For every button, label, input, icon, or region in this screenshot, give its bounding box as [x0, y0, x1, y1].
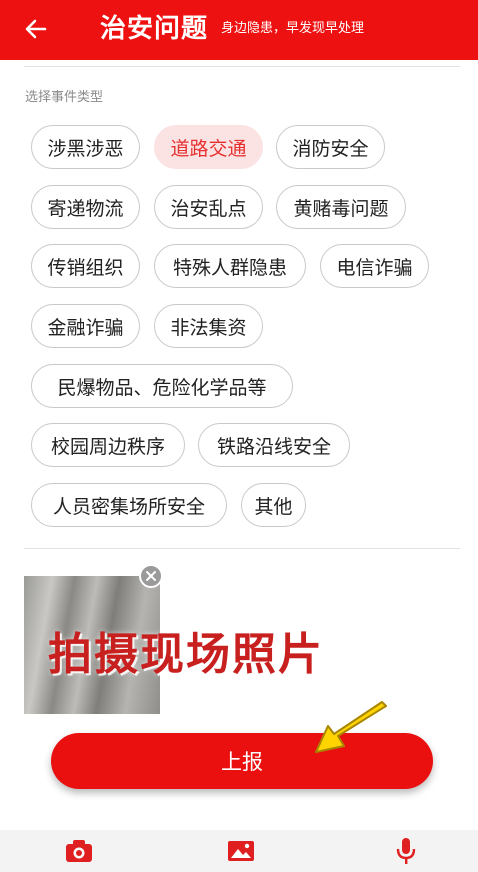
tag-7[interactable]: 特殊人群隐患 [154, 244, 306, 288]
tag-8[interactable]: 电信诈骗 [320, 244, 429, 288]
microphone-icon [396, 838, 416, 864]
pointer-arrow-icon [315, 701, 387, 753]
camera-button[interactable] [62, 836, 96, 866]
event-type-label: 选择事件类型 [25, 90, 104, 105]
tag-11[interactable]: 民爆物品、危险化学品等 [31, 364, 293, 408]
tag-12[interactable]: 校园周边秩序 [31, 423, 185, 467]
page-title: 治安问题 [100, 14, 209, 44]
back-button[interactable] [22, 15, 50, 43]
tag-2[interactable]: 消防安全 [276, 125, 385, 169]
back-arrow-icon [25, 19, 47, 39]
tag-3[interactable]: 寄递物流 [31, 185, 140, 229]
tag-10[interactable]: 非法集资 [154, 304, 263, 348]
tag-0[interactable]: 涉黑涉恶 [31, 125, 140, 169]
photo-annotation: 拍摄现场照片 [48, 629, 324, 680]
section-divider [24, 548, 460, 549]
tag-9[interactable]: 金融诈骗 [31, 304, 140, 348]
tag-14[interactable]: 人员密集场所安全 [31, 483, 227, 527]
remove-photo-button[interactable] [139, 564, 163, 588]
camera-icon [66, 840, 92, 862]
close-icon [146, 571, 156, 581]
top-divider [24, 66, 460, 67]
tag-6[interactable]: 传销组织 [31, 244, 140, 288]
page-subtitle: 身边隐患，早发现早处理 [221, 21, 365, 36]
tag-5[interactable]: 黄赌毒问题 [276, 185, 406, 229]
tag-15[interactable]: 其他 [241, 483, 306, 527]
image-icon [228, 841, 254, 861]
tag-13[interactable]: 铁路沿线安全 [198, 423, 350, 467]
app-header: 治安问题 身边隐患，早发现早处理 [0, 0, 478, 60]
tag-1[interactable]: 道路交通 [154, 125, 263, 169]
bottom-toolbar [0, 830, 478, 872]
gallery-button[interactable] [224, 836, 258, 866]
tag-4[interactable]: 治安乱点 [154, 185, 263, 229]
voice-button[interactable] [389, 836, 423, 866]
